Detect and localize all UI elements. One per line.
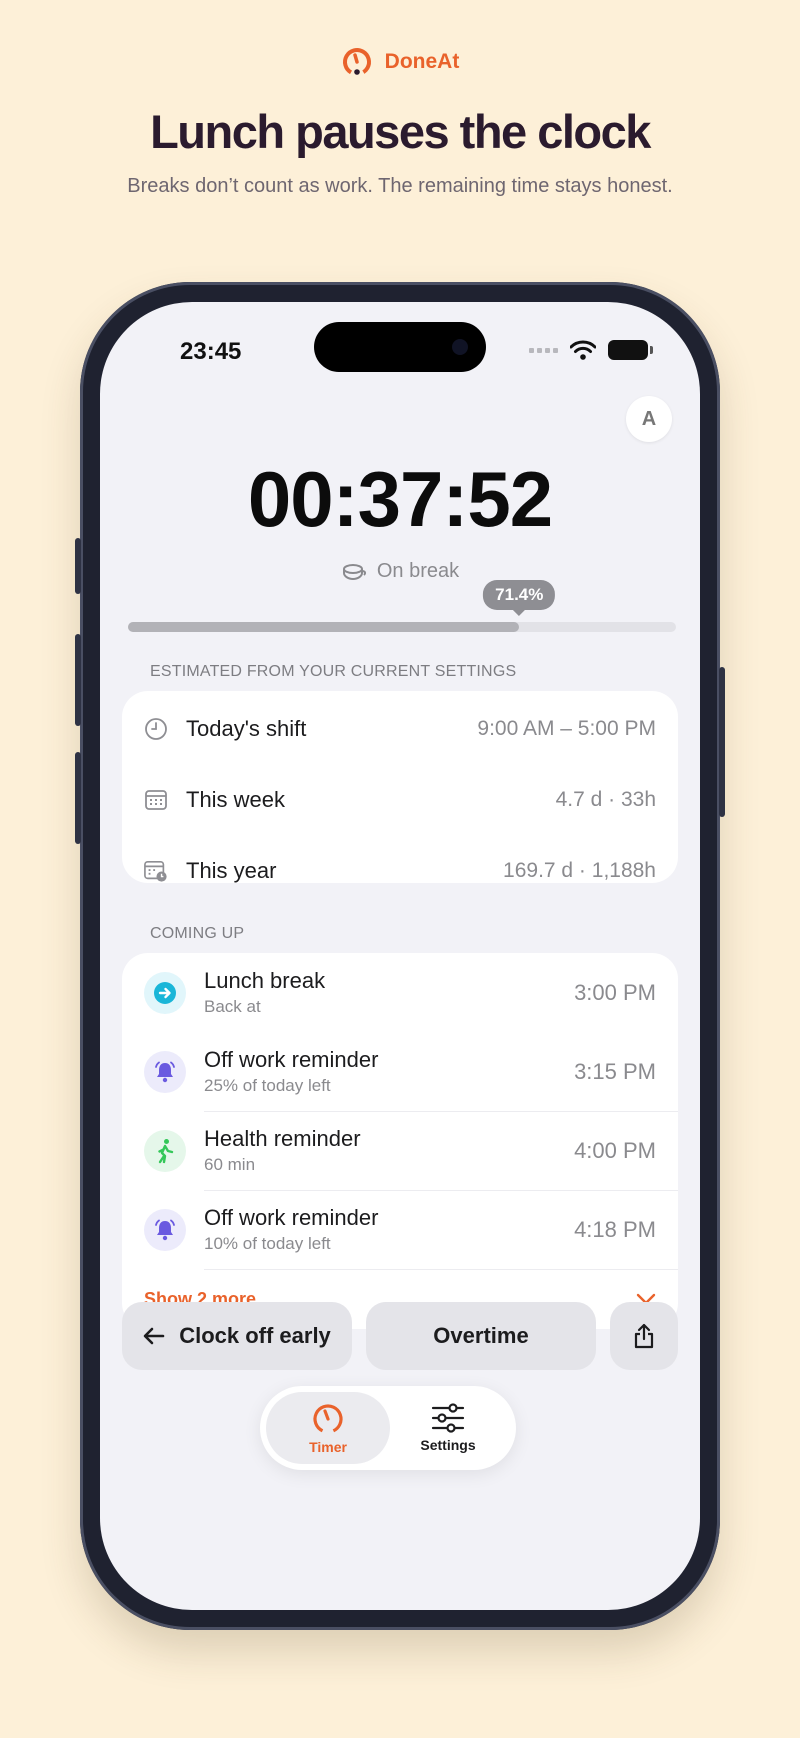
clock-off-early-button[interactable]: Clock off early: [122, 1302, 352, 1370]
brand-logo-icon: [342, 48, 371, 76]
upcoming-item-time: 3:15 PM: [574, 1058, 656, 1084]
break-status-label: On break: [376, 560, 460, 582]
upcoming-item-subtitle: Back at: [204, 997, 261, 1016]
status-icons: [529, 340, 653, 360]
break-status: On break: [100, 560, 700, 583]
phone-volume-up-button: [75, 634, 81, 726]
phone-action-button: [75, 538, 81, 594]
estimate-value: 9:00 AM – 5:00 PM: [477, 716, 656, 740]
estimate-value: 4.7 d · 33h: [555, 787, 656, 811]
overtime-button[interactable]: Overtime: [366, 1302, 596, 1370]
countdown-timer: 00:37:52: [247, 455, 553, 543]
progress-fill: [128, 622, 520, 632]
upcoming-item-off-work-reminder[interactable]: Off work reminder 10% of today left 4:18…: [122, 1190, 678, 1269]
bell-icon: [144, 1208, 186, 1251]
phone-volume-down-button: [75, 752, 81, 844]
tab-bar: Timer Settings: [260, 1386, 516, 1470]
shift-progress-bar: 71.4%: [128, 580, 676, 632]
signal-dots-icon: [529, 347, 558, 353]
upcoming-item-subtitle: 60 min: [204, 1155, 256, 1174]
dynamic-island: [314, 322, 486, 372]
sliders-icon: [431, 1403, 465, 1433]
upcoming-item-subtitle: 10% of today left: [204, 1234, 331, 1253]
tab-timer-label: Timer: [309, 1439, 347, 1455]
upcoming-item-time: 4:00 PM: [574, 1137, 656, 1163]
brand: DoneAt: [0, 46, 800, 78]
phone-power-button: [719, 667, 725, 817]
upcoming-section-title: COMING UP: [150, 925, 245, 942]
upcoming-card: Lunch break Back at 3:00 PM Off work rem…: [122, 953, 678, 1329]
estimate-value: 169.7 d · 1,188h: [503, 858, 656, 882]
bell-icon: [144, 1050, 186, 1093]
upcoming-item-health-reminder[interactable]: Health reminder 60 min 4:00 PM: [122, 1111, 678, 1190]
estimates-card: Today's shift 9:00 AM – 5:00 PM This wee…: [122, 691, 678, 883]
estimate-row-year[interactable]: This year 169.7 d · 1,188h: [122, 835, 678, 906]
clock-off-early-label: Clock off early: [179, 1323, 331, 1348]
timer-icon: [313, 1404, 343, 1434]
coffee-cup-icon: [342, 563, 366, 580]
clock-icon: [144, 717, 168, 741]
overtime-label: Overtime: [433, 1323, 529, 1348]
hero-subtitle: Breaks don’t count as work. The remainin…: [127, 175, 673, 197]
upcoming-item-time: 4:18 PM: [574, 1216, 656, 1242]
upcoming-item-time: 3:00 PM: [574, 979, 656, 1005]
upcoming-item-title: Lunch break: [204, 968, 326, 993]
profile-avatar-button[interactable]: A: [626, 396, 672, 442]
share-button[interactable]: [610, 1302, 678, 1370]
upcoming-item-subtitle: 25% of today left: [204, 1076, 331, 1095]
wifi-icon: [570, 340, 596, 360]
app-screen: 23:45 A 00:37:52 On break 71.4% ESTIMATE…: [100, 302, 700, 1610]
estimate-label: This year: [186, 857, 277, 883]
walking-person-icon: [144, 1129, 186, 1172]
estimate-row-week[interactable]: This week 4.7 d · 33h: [122, 764, 678, 835]
hero-title: Lunch pauses the clock: [150, 105, 651, 158]
tab-timer[interactable]: Timer: [266, 1392, 390, 1464]
calendar-clock-icon: [144, 859, 168, 883]
upcoming-item-title: Off work reminder: [204, 1047, 379, 1072]
brand-name: DoneAt: [384, 50, 460, 73]
estimate-label: Today's shift: [186, 715, 307, 741]
arrow-left-icon: [143, 1327, 165, 1345]
upcoming-item-lunch-break[interactable]: Lunch break Back at 3:00 PM: [122, 953, 678, 1032]
share-icon: [634, 1323, 654, 1349]
arrow-right-circle-icon: [144, 971, 186, 1014]
tab-settings-label: Settings: [420, 1437, 476, 1453]
calendar-icon: [144, 788, 168, 812]
battery-icon: [608, 340, 653, 360]
progress-percentage: 71.4%: [483, 580, 556, 610]
tab-settings[interactable]: Settings: [386, 1392, 510, 1464]
upcoming-item-off-work-reminder[interactable]: Off work reminder 25% of today left 3:15…: [122, 1032, 678, 1111]
estimate-label: This week: [186, 786, 286, 812]
phone-frame: 23:45 A 00:37:52 On break 71.4% ESTIMATE…: [75, 282, 725, 1630]
estimates-section-title: ESTIMATED FROM YOUR CURRENT SETTINGS: [150, 663, 517, 680]
upcoming-item-title: Off work reminder: [204, 1205, 379, 1230]
upcoming-item-title: Health reminder: [204, 1126, 361, 1151]
estimate-row-today[interactable]: Today's shift 9:00 AM – 5:00 PM: [122, 693, 678, 764]
status-time: 23:45: [180, 338, 242, 365]
